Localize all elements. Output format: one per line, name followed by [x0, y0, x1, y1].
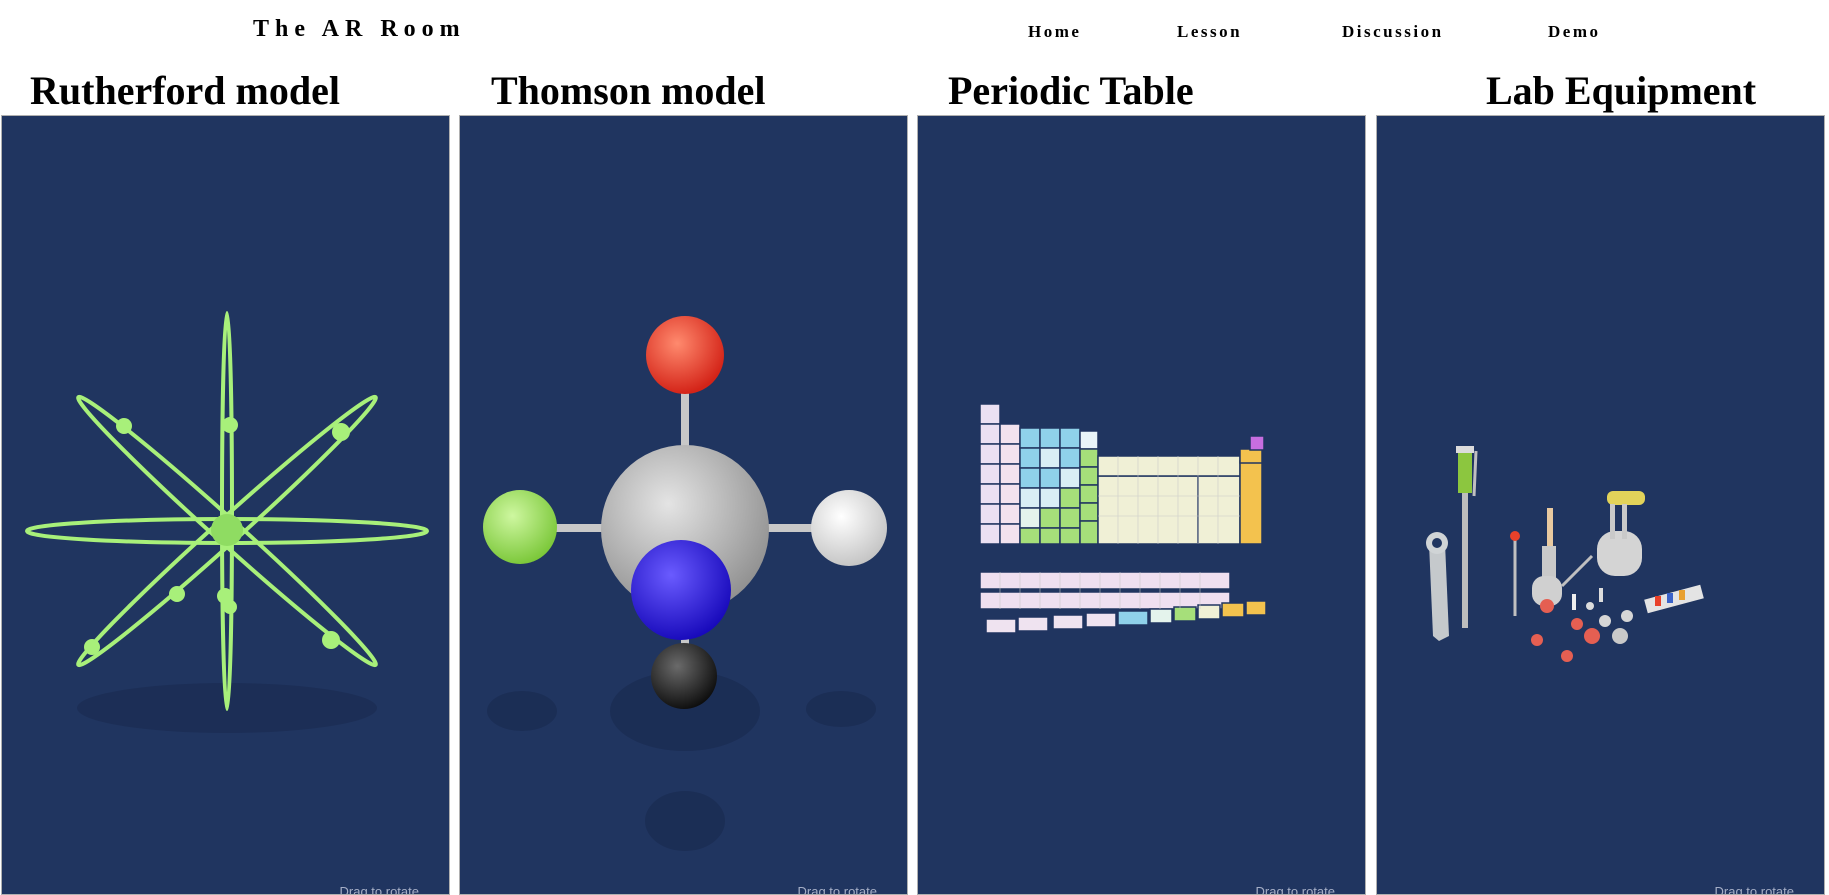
- periodic-table-3d-model: [979, 403, 1267, 634]
- site-brand[interactable]: The AR Room: [253, 16, 466, 43]
- rutherford-atom-3d-model: [25, 311, 429, 733]
- lab-equipment-title: Lab Equipment: [1486, 68, 1757, 113]
- thomson-model-title: Thomson model: [491, 68, 766, 113]
- periodic-table-viewer[interactable]: Drag to rotate: [917, 115, 1366, 895]
- nav-home-link[interactable]: Home: [1028, 22, 1081, 42]
- thomson-model-viewer[interactable]: Drag to rotate: [459, 115, 908, 895]
- lab-equipment-viewer[interactable]: Drag to rotate: [1376, 115, 1825, 895]
- rotate-hint: Drag to rotate: [1714, 884, 1795, 895]
- nav-discussion-link[interactable]: Discussion: [1342, 22, 1444, 42]
- nav-demo-link[interactable]: Demo: [1548, 22, 1600, 42]
- rutherford-model-title: Rutherford model: [30, 68, 340, 113]
- rotate-hint: Drag to rotate: [339, 884, 420, 895]
- lab-equipment-3d-model: [1426, 446, 1704, 662]
- rotate-hint: Drag to rotate: [1255, 884, 1336, 895]
- periodic-table-title: Periodic Table: [948, 68, 1194, 113]
- nav-lesson-link[interactable]: Lesson: [1177, 22, 1242, 42]
- rotate-hint: Drag to rotate: [797, 884, 878, 895]
- rutherford-model-viewer[interactable]: Drag to rotate: [1, 115, 450, 895]
- thomson-molecule-3d-model: [483, 316, 887, 851]
